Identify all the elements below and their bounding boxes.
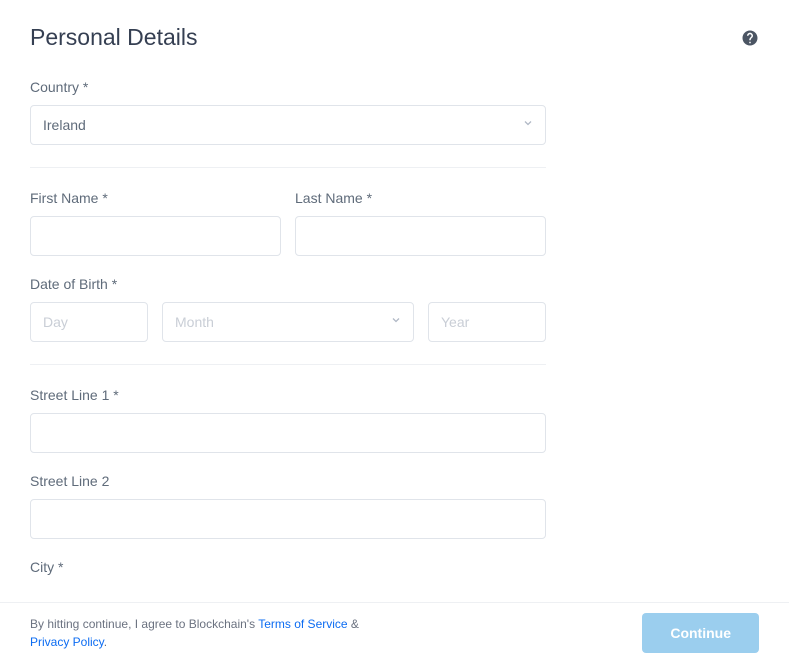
dob-label: Date of Birth * bbox=[30, 276, 546, 292]
street1-label: Street Line 1 * bbox=[30, 387, 546, 403]
footer-period: . bbox=[104, 635, 107, 649]
divider bbox=[30, 167, 546, 168]
divider bbox=[30, 364, 546, 365]
street2-input[interactable] bbox=[30, 499, 546, 539]
privacy-policy-link[interactable]: Privacy Policy bbox=[30, 635, 104, 649]
page-title: Personal Details bbox=[30, 24, 197, 51]
country-select[interactable]: Ireland bbox=[30, 105, 546, 145]
footer-text-prefix: By hitting continue, I agree to Blockcha… bbox=[30, 617, 258, 631]
first-name-input[interactable] bbox=[30, 216, 281, 256]
footer-disclaimer: By hitting continue, I agree to Blockcha… bbox=[30, 615, 359, 651]
dob-day-input[interactable] bbox=[30, 302, 148, 342]
first-name-label: First Name * bbox=[30, 190, 281, 206]
footer-amp: & bbox=[348, 617, 359, 631]
last-name-input[interactable] bbox=[295, 216, 546, 256]
help-icon[interactable] bbox=[741, 29, 759, 47]
dob-year-input[interactable] bbox=[428, 302, 546, 342]
country-label: Country * bbox=[30, 79, 546, 95]
street1-input[interactable] bbox=[30, 413, 546, 453]
street2-label: Street Line 2 bbox=[30, 473, 546, 489]
continue-button[interactable]: Continue bbox=[642, 613, 759, 653]
dob-month-select[interactable]: Month bbox=[162, 302, 414, 342]
last-name-label: Last Name * bbox=[295, 190, 546, 206]
footer: By hitting continue, I agree to Blockcha… bbox=[0, 602, 789, 662]
city-label: City * bbox=[30, 559, 546, 575]
terms-of-service-link[interactable]: Terms of Service bbox=[258, 617, 347, 631]
